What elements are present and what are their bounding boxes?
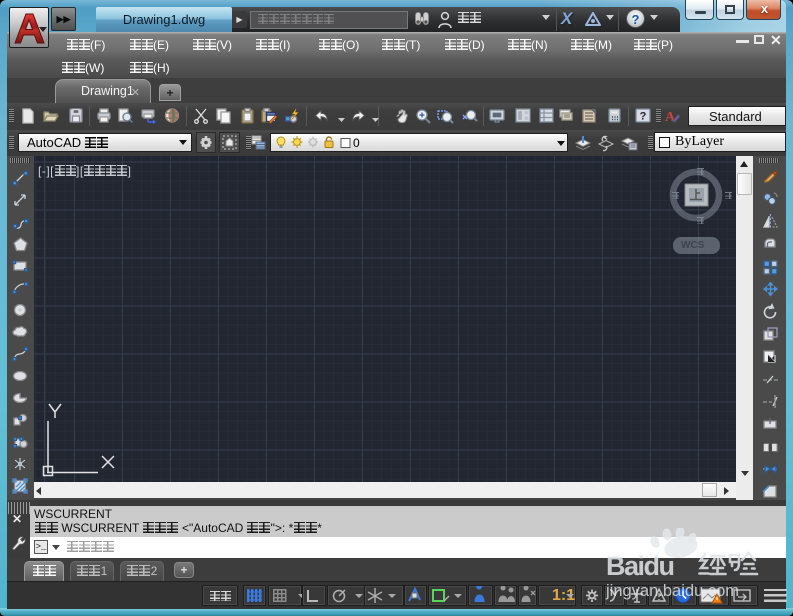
svg-text:?: ? [640,111,647,123]
svg-text:A: A [665,110,676,125]
